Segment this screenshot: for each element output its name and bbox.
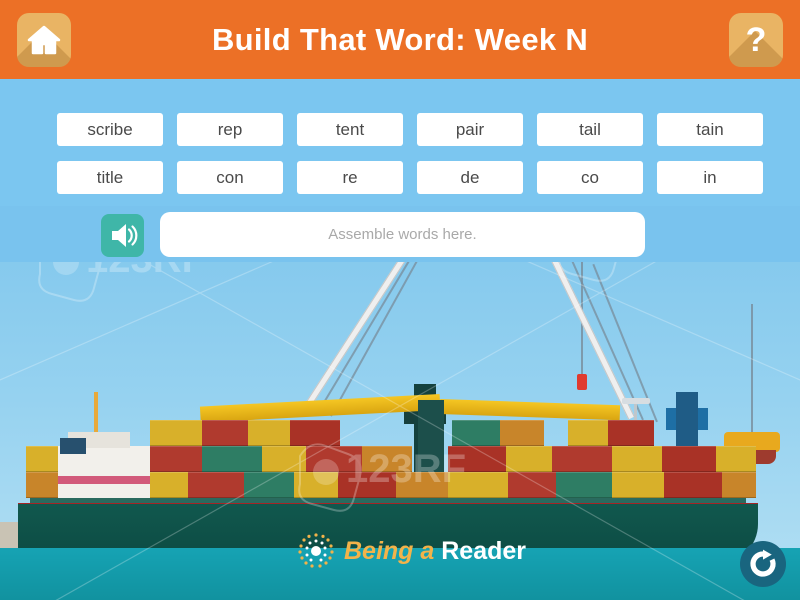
container [452, 420, 500, 446]
container [612, 446, 662, 472]
container [552, 446, 612, 472]
container [664, 472, 722, 498]
container [716, 446, 756, 472]
spreader-line [751, 304, 753, 432]
container [244, 472, 294, 498]
container [290, 420, 340, 446]
home-button[interactable] [17, 13, 71, 67]
container [508, 472, 556, 498]
word-tile[interactable]: tail [537, 113, 643, 146]
container [662, 446, 716, 472]
word-tile-grid: scribe rep tent pair tail tain title con… [57, 113, 763, 194]
crane-hook [577, 374, 587, 390]
question-mark-icon: ? [745, 21, 767, 59]
container [568, 420, 608, 446]
word-tile[interactable]: rep [177, 113, 283, 146]
container [448, 446, 506, 472]
container [202, 446, 262, 472]
container [248, 420, 290, 446]
assembly-placeholder: Assemble words here. [328, 226, 477, 243]
logo-wordmark: Being a Reader [344, 536, 527, 565]
word-tile[interactable]: tain [657, 113, 763, 146]
build-that-word-app: 123RF 123RF 123RF 123RF [0, 0, 800, 600]
refresh-icon [750, 549, 776, 577]
container [608, 420, 654, 446]
word-tile[interactable]: title [57, 161, 163, 194]
container [506, 446, 552, 472]
speaker-icon [112, 224, 138, 247]
assembly-input[interactable]: Assemble words here. [160, 212, 645, 257]
container [150, 420, 202, 446]
logo-reader-text: Reader [441, 536, 527, 565]
ship-mast [94, 392, 98, 432]
word-tile[interactable]: con [177, 161, 283, 194]
ship-bridge [58, 446, 150, 500]
container [612, 472, 664, 498]
container [306, 446, 362, 472]
word-tiles-panel: scribe rep tent pair tail tain title con… [0, 79, 800, 206]
container [396, 472, 448, 498]
word-tile[interactable]: pair [417, 113, 523, 146]
word-tile[interactable]: tent [297, 113, 403, 146]
container [448, 472, 508, 498]
app-header: Build That Word: Week N ? [0, 0, 800, 79]
word-tile[interactable]: de [417, 161, 523, 194]
sunburst-icon [298, 533, 334, 568]
word-tile[interactable]: co [537, 161, 643, 194]
ship-funnel [60, 438, 86, 454]
home-icon [27, 25, 61, 55]
container [202, 420, 248, 446]
container [294, 472, 338, 498]
container [150, 446, 202, 472]
ship-bridge-band [58, 476, 150, 484]
page-title: Build That Word: Week N [211, 22, 589, 57]
container [262, 446, 306, 472]
logo-being-text: Being a [344, 536, 435, 565]
being-a-reader-logo: Being a Reader [296, 531, 526, 571]
container [500, 420, 544, 446]
container [188, 472, 244, 498]
assembly-row: Assemble words here. [0, 206, 800, 262]
reset-button[interactable] [740, 541, 786, 587]
lamp-head [622, 398, 650, 404]
speaker-button[interactable] [101, 214, 144, 257]
container [556, 472, 612, 498]
word-tile[interactable]: in [657, 161, 763, 194]
container [338, 472, 396, 498]
word-tile[interactable]: re [297, 161, 403, 194]
word-tile[interactable]: scribe [57, 113, 163, 146]
help-button[interactable]: ? [729, 13, 783, 67]
container [722, 472, 756, 498]
container [362, 446, 412, 472]
